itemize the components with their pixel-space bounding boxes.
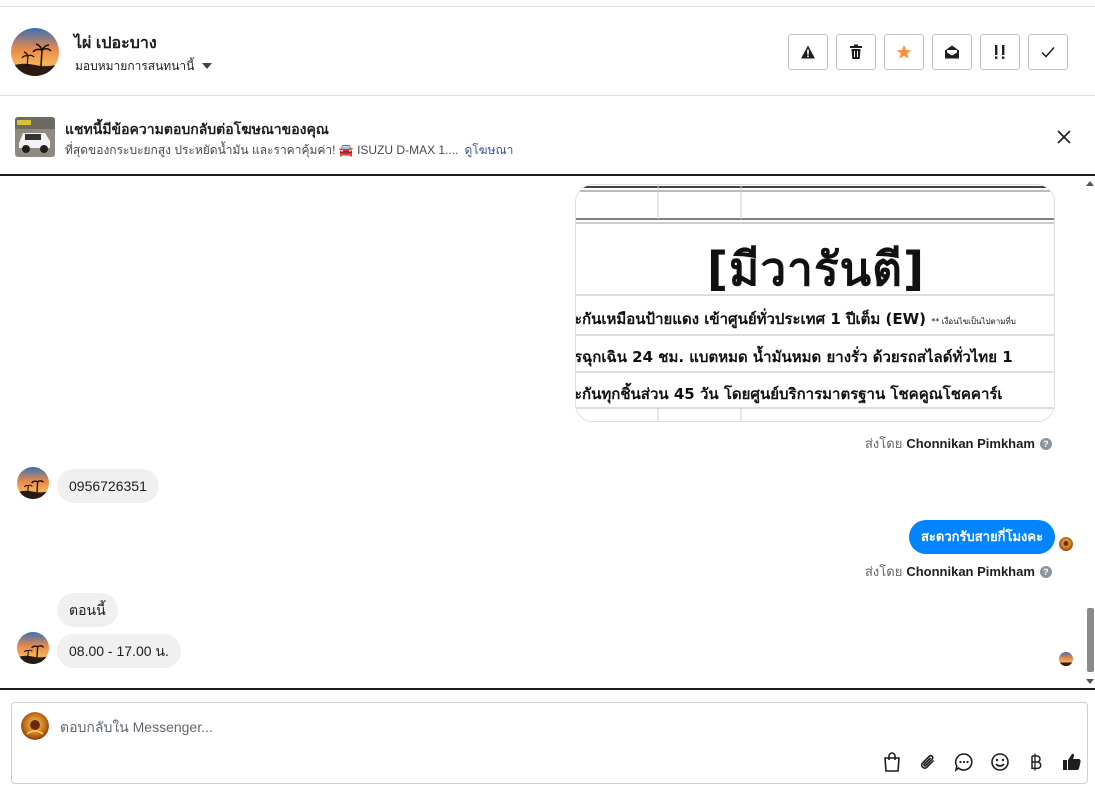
- scroll-up-icon[interactable]: [1086, 181, 1094, 186]
- page-avatar-read-receipt: [1059, 537, 1073, 551]
- caret-down-icon: [202, 62, 213, 69]
- help-icon[interactable]: ?: [1039, 437, 1052, 450]
- payment-button[interactable]: [1018, 750, 1054, 774]
- contact-avatar[interactable]: [11, 28, 59, 76]
- sent-by-prefix: ส่งโดย: [865, 564, 903, 579]
- image-line-3: ะกันทุกชิ้นส่วน 45 วัน โดยศูนย์บริการมาต…: [575, 385, 1003, 403]
- conversation-header: ไผ่ เปอะบาง มอบหมายการสนทนานี้: [0, 7, 1095, 96]
- star-button[interactable]: [884, 34, 924, 70]
- contact-name: ไผ่ เปอะบาง: [74, 35, 157, 52]
- warning-icon: [801, 45, 815, 59]
- mark-unread-button[interactable]: [932, 34, 972, 70]
- sender-name: Chonnikan Pimkham: [906, 436, 1035, 451]
- sender-name: Chonnikan Pimkham: [906, 564, 1035, 579]
- contact-avatar-small[interactable]: [17, 467, 49, 499]
- shopping-bag-button[interactable]: [874, 750, 910, 774]
- image-headline: [มีวารันตี]: [706, 242, 926, 296]
- contact-avatar-read-receipt: [1059, 652, 1073, 666]
- image-attachment[interactable]: [มีวารันตี] ะกันเหมือนป้ายแดง เข้าศูนย์ท…: [575, 184, 1055, 422]
- attach-button[interactable]: [910, 750, 946, 774]
- image-line-1: ะกันเหมือนป้ายแดง เข้าศูนย์ทั่วประเทศ 1 …: [575, 307, 1016, 331]
- emoji-button[interactable]: [982, 750, 1018, 774]
- thread-scrollbar[interactable]: [1085, 176, 1095, 688]
- scroll-down-icon[interactable]: [1086, 679, 1094, 684]
- assign-label: มอบหมายการสนทนานี้: [75, 59, 195, 73]
- ad-description: ที่สุดของกระบะยกสูง ประหยัดน้ำมัน และราค…: [65, 143, 459, 157]
- incoming-message[interactable]: 0956726351: [57, 469, 159, 503]
- reply-input[interactable]: ตอบกลับใน Messenger...: [60, 717, 213, 739]
- sent-by-label: ส่งโดย Chonnikan Pimkham ?: [865, 433, 1052, 454]
- outgoing-message[interactable]: สะดวกรับสายกี่โมงคะ: [909, 520, 1056, 554]
- help-icon[interactable]: ?: [1039, 565, 1052, 578]
- view-ad-link[interactable]: ดูโฆษณา: [464, 141, 513, 160]
- paperclip-icon: [920, 754, 934, 769]
- ad-description-row: ที่สุดของกระบะยกสูง ประหยัดน้ำมัน และราค…: [65, 141, 513, 160]
- ad-banner-title: แชทนี้มีข้อความตอบกลับต่อโฆษณาของคุณ: [65, 121, 329, 137]
- assign-conversation-dropdown[interactable]: มอบหมายการสนทนานี้: [75, 57, 213, 76]
- incoming-message[interactable]: ตอนนี้: [57, 593, 118, 627]
- emoji-icon: [991, 753, 1009, 771]
- image-line-2: รฉุกเฉิน 24 ชม. แบตหมด น้ำมันหมด ยางรั่ว…: [575, 348, 1013, 366]
- check-icon: [1041, 47, 1055, 58]
- image-small-note: ** เงื่อนไขเป็นไปตามที่บ: [931, 317, 1016, 326]
- mark-important-button[interactable]: [980, 34, 1020, 70]
- delete-button[interactable]: [836, 34, 876, 70]
- ad-thumbnail[interactable]: [15, 117, 55, 157]
- report-spam-button[interactable]: [788, 34, 828, 70]
- scrollbar-thumb[interactable]: [1087, 608, 1094, 672]
- baht-icon: [1031, 753, 1042, 771]
- message-thread[interactable]: [มีวารันตี] ะกันเหมือนป้ายแดง เข้าศูนย์ท…: [0, 176, 1095, 690]
- saved-replies-button[interactable]: [946, 750, 982, 774]
- close-banner-button[interactable]: [1054, 127, 1074, 147]
- sent-by-label: ส่งโดย Chonnikan Pimkham ?: [865, 561, 1052, 582]
- star-icon: [896, 45, 912, 59]
- trash-icon: [850, 44, 862, 59]
- envelope-open-icon: [945, 45, 959, 59]
- close-icon: [1057, 130, 1071, 144]
- follow-up-icon: [995, 45, 1005, 59]
- shopping-bag-icon: [884, 752, 900, 772]
- thumbs-up-icon: [1063, 753, 1081, 770]
- composer-toolbar: [874, 750, 1090, 774]
- page-avatar: [21, 712, 49, 740]
- saved-reply-icon: [954, 753, 973, 772]
- sent-by-prefix: ส่งโดย: [865, 436, 903, 451]
- reply-composer[interactable]: ตอบกลับใน Messenger...: [11, 702, 1088, 784]
- mark-done-button[interactable]: [1028, 34, 1068, 70]
- image-line-1-text: ะกันเหมือนป้ายแดง เข้าศูนย์ทั่วประเทศ 1 …: [575, 310, 926, 328]
- like-button[interactable]: [1054, 750, 1090, 774]
- conversation-actions: [788, 34, 1068, 70]
- ad-reply-banner: แชทนี้มีข้อความตอบกลับต่อโฆษณาของคุณ ที่…: [0, 97, 1095, 176]
- incoming-message[interactable]: 08.00 - 17.00 น.: [57, 634, 181, 668]
- contact-avatar-small[interactable]: [17, 632, 49, 664]
